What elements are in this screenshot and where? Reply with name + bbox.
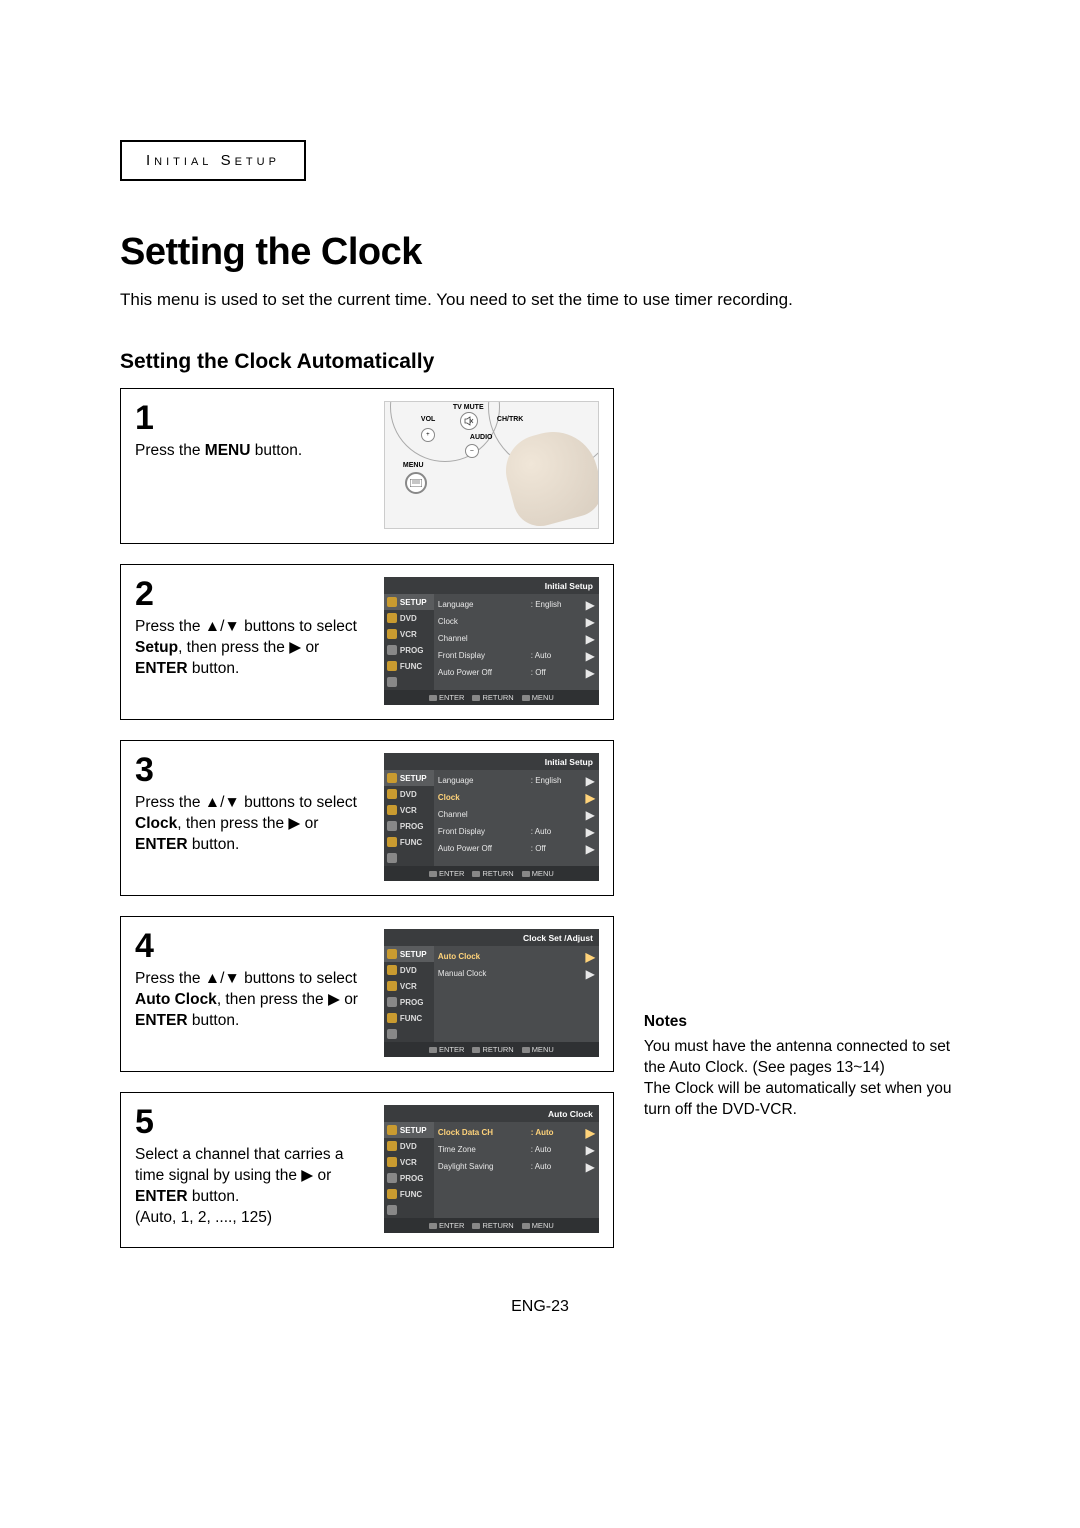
osd-footer-return: RETURN: [472, 693, 513, 702]
step3-text-a: Press the ▲/▼ buttons to select: [135, 794, 357, 811]
step5-text-a: Select a channel that carries a time sig…: [135, 1146, 344, 1184]
osd2-title: Initial Setup: [384, 580, 599, 594]
osd5-items: Clock Data CH: Auto▶ Time Zone: Auto▶ Da…: [434, 1122, 599, 1218]
step5-text-c: (Auto, 1, 2, ...., 125): [135, 1209, 272, 1226]
step-number-4: 4: [135, 929, 374, 963]
osd-tab-setup: SETUP: [384, 594, 434, 610]
osd-tab-vcr: VCR: [384, 626, 434, 642]
step-2: 2 Press the ▲/▼ buttons to select Setup,…: [120, 564, 614, 720]
tvmute-label: TV MUTE: [453, 404, 484, 411]
step2-text-b: , then press the ▶ or: [178, 639, 319, 656]
page-number: ENG-23: [120, 1298, 960, 1316]
osd4-items: Auto Clock▶ Manual Clock▶: [434, 946, 599, 1042]
osd4-title: Clock Set /Adjust: [384, 932, 599, 946]
clock-icon: [387, 645, 397, 655]
osd-tab-extra: [384, 674, 434, 690]
osd-tab-dvd: DVD: [384, 610, 434, 626]
step2-bold-b: ENTER: [135, 660, 188, 677]
notes-heading: Notes: [644, 1012, 960, 1033]
gear-icon: [387, 597, 397, 607]
notes-p1: You must have the antenna connected to s…: [644, 1037, 960, 1079]
vol-up-button: +: [421, 428, 435, 442]
step5-bold-a: ENTER: [135, 1188, 188, 1205]
menu-icon: [410, 479, 422, 487]
step1-text-a: Press the: [135, 442, 205, 459]
step-5: 5 Select a channel that carries a time s…: [120, 1092, 614, 1248]
step-4: 4 Press the ▲/▼ buttons to select Auto C…: [120, 916, 614, 1072]
step-3: 3 Press the ▲/▼ buttons to select Clock,…: [120, 740, 614, 896]
step4-bold-b: ENTER: [135, 1012, 188, 1029]
osd3-items: Language: English▶ Clock▶ Channel▶ Front…: [434, 770, 599, 866]
disc-icon: [387, 613, 397, 623]
step1-text-b: button.: [250, 442, 302, 459]
osd3-title: Initial Setup: [384, 756, 599, 770]
osd5-title: Auto Clock: [384, 1108, 599, 1122]
osd-screen-2: Initial Setup SETUP DVD VCR PROG FUNC La…: [384, 577, 599, 705]
step-number-1: 1: [135, 401, 374, 435]
intro-text: This menu is used to set the current tim…: [120, 290, 960, 310]
step4-bold-a: Auto Clock: [135, 991, 217, 1008]
step2-text-c: button.: [188, 660, 240, 677]
page-title: Setting the Clock: [120, 231, 960, 274]
step3-text-c: button.: [188, 836, 240, 853]
osd-tab-prog: PROG: [384, 642, 434, 658]
step2-bold-a: Setup: [135, 639, 178, 656]
menu-button: [405, 472, 427, 494]
osd2-items: Language: English▶ Clock▶ Channel▶ Front…: [434, 594, 599, 690]
step5-text-b: button.: [188, 1188, 240, 1205]
notes-p2: The Clock will be automatically set when…: [644, 1079, 960, 1121]
steps-column: 1 Press the MENU button. TV MUTE VOL CH/…: [120, 388, 614, 1268]
step-number-5: 5: [135, 1105, 374, 1139]
step-1: 1 Press the MENU button. TV MUTE VOL CH/…: [120, 388, 614, 544]
osd-screen-5: Auto Clock SETUP DVD VCR PROG FUNC Clock…: [384, 1105, 599, 1233]
step-number-3: 3: [135, 753, 374, 787]
func-icon: [387, 661, 397, 671]
step3-bold-b: ENTER: [135, 836, 188, 853]
osd-screen-4: Clock Set /Adjust SETUP DVD VCR PROG FUN…: [384, 929, 599, 1057]
hand-illustration: [488, 422, 599, 522]
vol-label: VOL: [421, 416, 435, 423]
notes-column: Notes You must have the antenna connecte…: [644, 388, 960, 1121]
remote-illustration: TV MUTE VOL CH/TRK AUDIO + – MENU: [384, 401, 599, 529]
mute-icon: [464, 416, 474, 426]
tape-icon: [387, 629, 397, 639]
step-number-2: 2: [135, 577, 374, 611]
step2-text-a: Press the ▲/▼ buttons to select: [135, 618, 357, 635]
osd-tab-func: FUNC: [384, 658, 434, 674]
breadcrumb: Initial Setup: [120, 140, 306, 181]
step4-text-c: button.: [188, 1012, 240, 1029]
osd-footer-menu: MENU: [522, 693, 554, 702]
osd-footer-enter: ENTER: [429, 693, 464, 702]
step3-bold-a: Clock: [135, 815, 177, 832]
step1-bold-a: MENU: [205, 442, 251, 459]
extra-icon: [387, 677, 397, 687]
osd-screen-3: Initial Setup SETUP DVD VCR PROG FUNC La…: [384, 753, 599, 881]
step3-text-b: , then press the ▶ or: [177, 815, 318, 832]
step4-text-b: , then press the ▶ or: [217, 991, 358, 1008]
menu-label: MENU: [403, 462, 424, 469]
audio-minus-button: –: [465, 444, 479, 458]
step4-text-a: Press the ▲/▼ buttons to select: [135, 970, 357, 987]
mute-button: [460, 412, 478, 430]
subtitle: Setting the Clock Automatically: [120, 350, 960, 374]
